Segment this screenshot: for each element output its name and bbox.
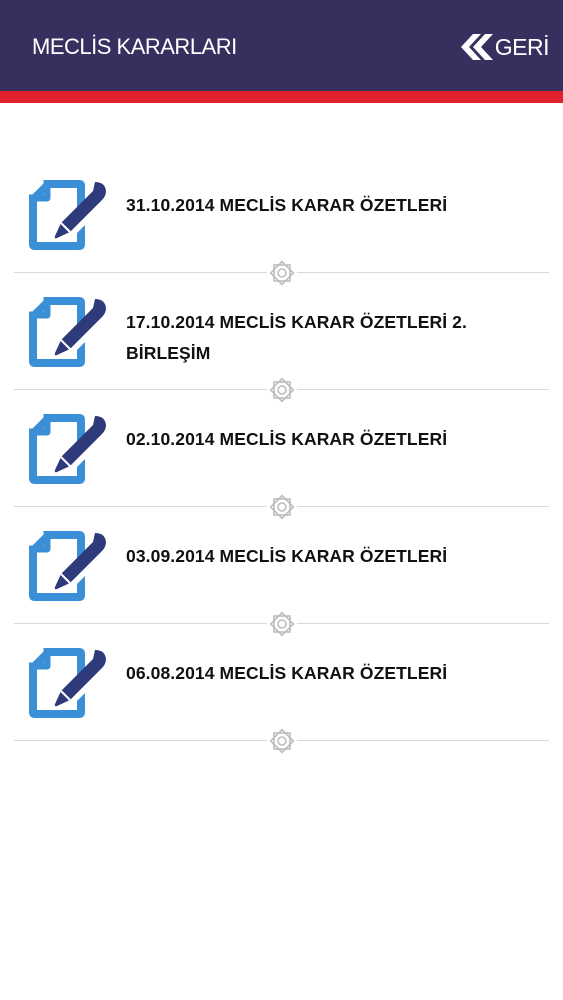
- document-edit-icon: [29, 297, 106, 367]
- app-header: MECLİS KARARLARI GERİ: [0, 0, 563, 91]
- document-edit-icon: [29, 531, 106, 601]
- item-label: 03.09.2014 MECLİS KARAR ÖZETLERİ: [126, 546, 448, 566]
- item-label: 02.10.2014 MECLİS KARAR ÖZETLERİ: [126, 429, 448, 449]
- document-edit-icon: [29, 414, 106, 484]
- list-item[interactable]: 03.09.2014 MECLİS KARAR ÖZETLERİ: [0, 506, 563, 639]
- list-item[interactable]: 06.08.2014 MECLİS KARAR ÖZETLERİ: [0, 623, 563, 756]
- item-label: 17.10.2014 MECLİS KARAR ÖZETLERİ 2. BİRL…: [126, 312, 467, 363]
- list-item[interactable]: 02.10.2014 MECLİS KARAR ÖZETLERİ: [0, 389, 563, 522]
- item-label: 31.10.2014 MECLİS KARAR ÖZETLERİ: [126, 195, 448, 215]
- back-label: GERİ: [494, 33, 550, 60]
- list-item[interactable]: 31.10.2014 MECLİS KARAR ÖZETLERİ: [0, 155, 563, 288]
- page-title: MECLİS KARARLARI: [32, 34, 237, 59]
- item-label: 06.08.2014 MECLİS KARAR ÖZETLERİ: [126, 663, 448, 683]
- document-edit-icon: [29, 648, 106, 718]
- decision-list: 31.10.2014 MECLİS KARAR ÖZETLERİ 17.10.2…: [0, 155, 563, 756]
- back-button[interactable]: GERİ: [460, 30, 550, 64]
- double-chevron-left-icon: [460, 34, 493, 60]
- header-accent-stripe: [0, 91, 563, 103]
- list-item[interactable]: 17.10.2014 MECLİS KARAR ÖZETLERİ 2. BİRL…: [0, 272, 563, 405]
- ornament-icon: [267, 726, 297, 756]
- document-edit-icon: [29, 180, 106, 250]
